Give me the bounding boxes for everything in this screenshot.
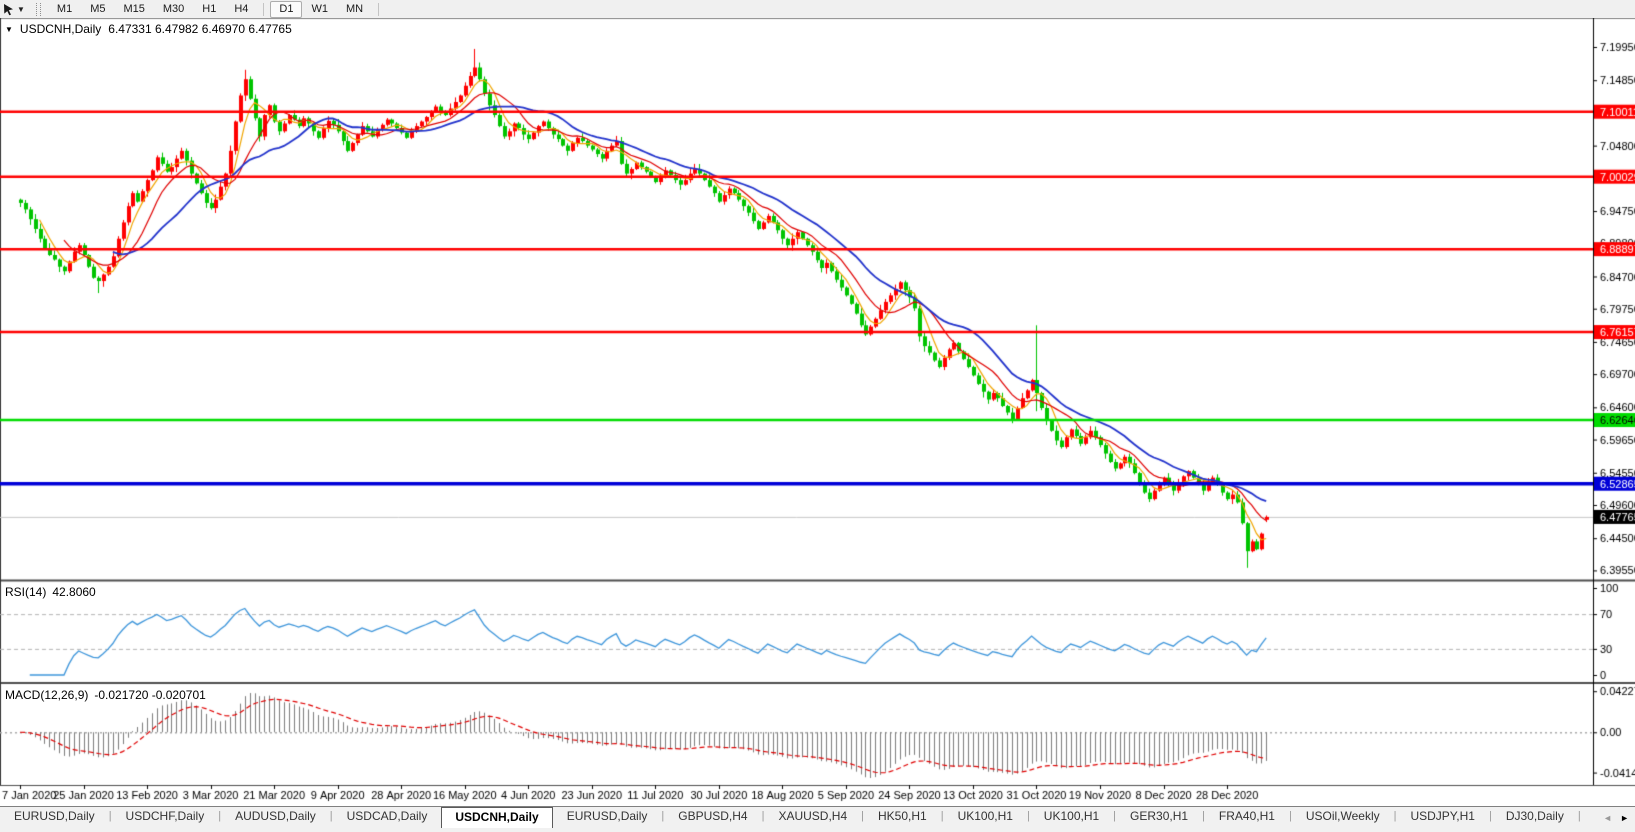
tab-USDCNH-Daily[interactable]: USDCNH,Daily xyxy=(441,807,553,828)
symbol-tabs: EURUSD,Daily | USDCHF,Daily | AUDUSD,Daily | U… xyxy=(0,807,1635,828)
tab-USOil-Weekly[interactable]: USOil,Weekly xyxy=(1292,807,1394,826)
timeframe-button-W1[interactable]: W1 xyxy=(302,1,337,18)
tab-GBPUSD-H4[interactable]: GBPUSD,H4 xyxy=(664,807,761,826)
tab-GER30-H1[interactable]: GER30,H1 xyxy=(1116,807,1202,826)
chart-title-bar: ▼ USDCNH,Daily 6.47331 6.47982 6.46970 6… xyxy=(5,22,292,36)
tab-DJ30-Daily[interactable]: DJ30,Daily xyxy=(1492,807,1578,826)
tab-USDJPY-H1[interactable]: USDJPY,H1 xyxy=(1396,807,1488,826)
collapse-triangle-icon[interactable]: ▼ xyxy=(5,25,13,34)
rsi-name: RSI(14) xyxy=(5,585,47,599)
timeframe-button-M30[interactable]: M30 xyxy=(154,1,193,18)
rsi-indicator-label: RSI(14) 42.8060 xyxy=(5,585,102,599)
symbol-tabbar: EURUSD,Daily | USDCHF,Daily | AUDUSD,Daily | U… xyxy=(0,806,1635,832)
chart-symbol-period: USDCNH,Daily xyxy=(19,22,102,36)
timeframe-button-H1[interactable]: H1 xyxy=(193,1,225,18)
tool-dropdown-arrow[interactable]: ▼ xyxy=(17,5,25,14)
tab-USDCHF-Daily[interactable]: USDCHF,Daily xyxy=(112,807,219,826)
macd-name: MACD(12,26,9) xyxy=(5,688,89,702)
tab-XAUUSD-H4[interactable]: XAUUSD,H4 xyxy=(764,807,861,826)
timeframe-buttons: M1 M5 M15 M30 H1 H4 D1 W1 MN xyxy=(48,0,385,18)
tab-UK100-H1[interactable]: UK100,H1 xyxy=(944,807,1027,826)
rsi-value: 42.8060 xyxy=(52,585,96,599)
timeframe-button-M15[interactable]: M15 xyxy=(114,1,153,18)
tab-FRA40-H1[interactable]: FRA40,H1 xyxy=(1205,807,1289,826)
tab-scroll-controls: ◄ ► xyxy=(1587,808,1635,828)
toolbar-grip xyxy=(35,2,41,16)
timeframe-button-MN[interactable]: MN xyxy=(337,1,372,18)
tab-EURUSD-Daily[interactable]: EURUSD,Daily xyxy=(0,807,109,826)
tab-EURUSD-Daily[interactable]: EURUSD,Daily xyxy=(553,807,662,826)
toolbar-separator xyxy=(378,2,380,16)
tab-USDCAD-Daily[interactable]: USDCAD,Daily xyxy=(333,807,442,826)
tab-UK100-H1[interactable]: UK100,H1 xyxy=(1030,807,1113,826)
chart-canvas[interactable] xyxy=(0,18,1635,806)
chart-ohlc-values: 6.47331 6.47982 6.46970 6.47765 xyxy=(108,22,292,36)
timeframe-button-M1[interactable]: M1 xyxy=(48,1,81,18)
tab-scroll-left-icon[interactable]: ◄ xyxy=(1603,813,1612,823)
cursor-tool-icon[interactable] xyxy=(2,3,15,16)
toolbar-separator xyxy=(263,2,265,16)
timeframe-toolbar: ▼ M1 M5 M15 M30 H1 H4 D1 W1 MN xyxy=(0,0,1635,19)
macd-indicator-label: MACD(12,26,9) -0.021720 -0.020701 xyxy=(5,688,212,702)
timeframe-button-D1[interactable]: D1 xyxy=(270,0,303,18)
tab-AUDUSD-Daily[interactable]: AUDUSD,Daily xyxy=(221,807,330,826)
timeframe-button-H4[interactable]: H4 xyxy=(225,1,257,18)
tab-HK50-H1[interactable]: HK50,H1 xyxy=(864,807,941,826)
macd-values: -0.021720 -0.020701 xyxy=(94,688,206,702)
tab-scroll-right-icon[interactable]: ► xyxy=(1620,813,1629,823)
timeframe-button-M5[interactable]: M5 xyxy=(81,1,114,18)
